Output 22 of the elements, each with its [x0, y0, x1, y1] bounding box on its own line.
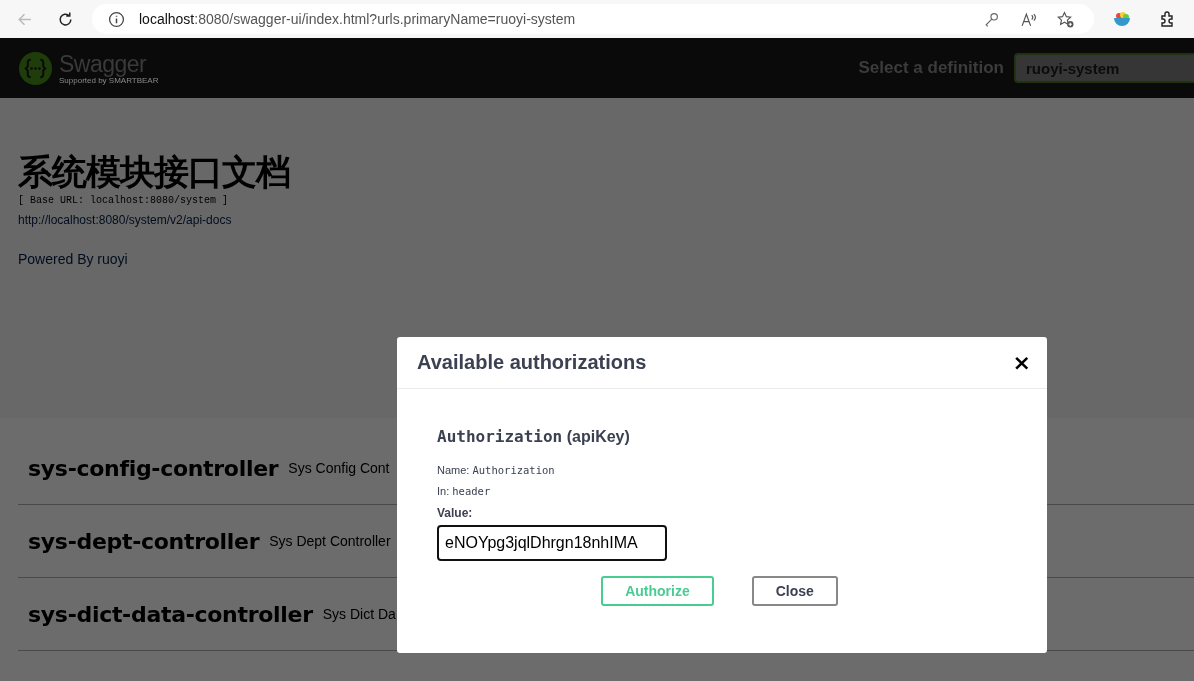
- close-button[interactable]: Close: [751, 576, 838, 606]
- page-title: 系统模块接口文档: [18, 151, 290, 194]
- controller-description: Sys Config Cont: [288, 460, 390, 476]
- authorize-button[interactable]: Authorize: [601, 576, 714, 606]
- dialog-title: Available authorizations: [417, 351, 647, 374]
- logo-subtitle: Supported by SMARTBEAR: [59, 75, 159, 85]
- parameter-line: In: header: [437, 484, 492, 499]
- value-label: Value:: [437, 505, 474, 521]
- value-field[interactable]: eNOYpg3jqlDhrgn18nhIMA: [437, 525, 667, 561]
- powered-by-link[interactable]: Powered By ruoyi: [18, 250, 128, 268]
- scheme-title: Authorization (apiKey): [437, 427, 631, 446]
- parameter-line: Name: Authorization: [437, 463, 556, 478]
- docs-link[interactable]: http://localhost:8080/system/v2/api-docs: [18, 212, 232, 228]
- close-button[interactable]: ×: [1010, 351, 1033, 374]
- controller-description: Sys Dict Da: [322, 606, 396, 622]
- controller-description: Sys Dept Controller: [269, 533, 391, 549]
- url-text: localhost:8080/swagger-ui/index.html?urls.primaryName=ruoyi-system: [139, 11, 576, 27]
- controller-name[interactable]: sys-config-controller: [28, 455, 279, 481]
- base-url: [ Base URL: localhost:8080/system ]: [18, 194, 229, 208]
- controller-name[interactable]: sys-dict-data-controller: [28, 601, 313, 627]
- address-bar[interactable]: localhost:8080/swagger-ui/index.html?urls.primaryName=ruoyi-system: [92, 4, 1094, 34]
- controller-name[interactable]: sys-dept-controller: [28, 528, 260, 554]
